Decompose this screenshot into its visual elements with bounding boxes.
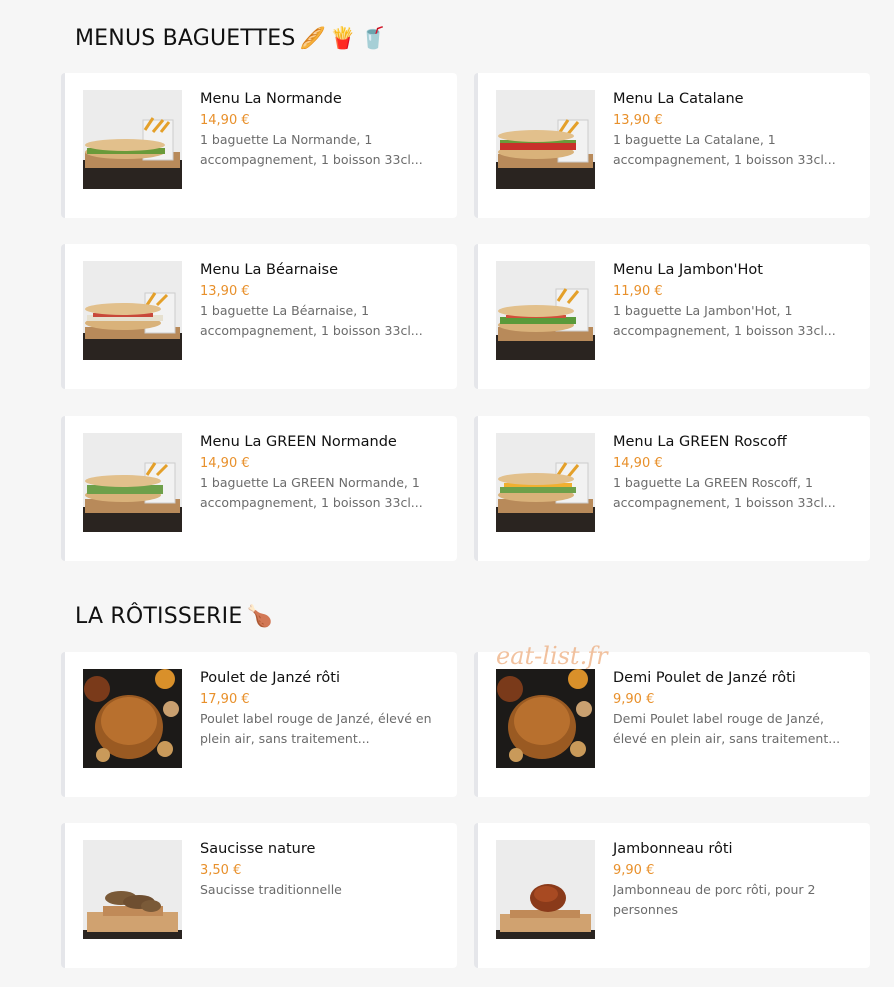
section-title-menus-baguettes: MENUS BAGUETTES 🥖 🍟 🥤 xyxy=(75,26,387,51)
item-price: 9,90 € xyxy=(613,692,655,707)
item-name: Jambonneau rôti xyxy=(613,841,733,857)
product-image xyxy=(496,669,595,768)
item-price: 3,50 € xyxy=(200,863,242,878)
baguette-icon: 🥖 xyxy=(299,26,326,50)
item-description: Demi Poulet label rouge de Janzé, élevé … xyxy=(613,711,841,746)
product-image xyxy=(83,261,182,360)
menu-item-card[interactable]: Poulet de Janzé rôti 17,90 € Poulet labe… xyxy=(61,652,457,797)
section-title-la-rotisserie: LA RÔTISSERIE 🍗 xyxy=(75,604,273,629)
menu-item-card[interactable]: Menu La Catalane 13,90 € 1 baguette La C… xyxy=(474,73,870,218)
item-name: Menu La Normande xyxy=(200,91,342,107)
item-name: Menu La Jambon'Hot xyxy=(613,262,763,278)
section-title-text: LA RÔTISSERIE xyxy=(75,604,243,629)
item-description: Poulet label rouge de Janzé, élevé en pl… xyxy=(200,711,432,746)
product-image xyxy=(496,433,595,532)
menu-item-card[interactable]: Jambonneau rôti 9,90 € Jambonneau de por… xyxy=(474,823,870,968)
item-description: 1 baguette La Jambon'Hot, 1 accompagneme… xyxy=(613,303,836,338)
item-price: 17,90 € xyxy=(200,692,250,707)
menu-item-card[interactable]: Saucisse nature 3,50 € Saucisse traditio… xyxy=(61,823,457,968)
item-price: 13,90 € xyxy=(613,113,663,128)
menu-item-card[interactable]: Menu La GREEN Normande 14,90 € 1 baguett… xyxy=(61,416,457,561)
item-description: Jambonneau de porc rôti, pour 2 personne… xyxy=(613,882,816,917)
item-description: Saucisse traditionnelle xyxy=(200,882,342,897)
item-description: 1 baguette La Béarnaise, 1 accompagnemen… xyxy=(200,303,423,338)
menu-item-card[interactable]: Menu La Jambon'Hot 11,90 € 1 baguette La… xyxy=(474,244,870,389)
drumstick-icon: 🍗 xyxy=(246,604,273,628)
product-image xyxy=(83,669,182,768)
section-title-text: MENUS BAGUETTES xyxy=(75,26,296,51)
item-name: Menu La GREEN Roscoff xyxy=(613,434,787,450)
item-name: Demi Poulet de Janzé rôti xyxy=(613,670,796,686)
item-name: Menu La Béarnaise xyxy=(200,262,339,278)
item-price: 14,90 € xyxy=(200,456,250,471)
item-description: 1 baguette La Catalane, 1 accompagnement… xyxy=(613,132,836,167)
drink-icon: 🥤 xyxy=(360,26,387,50)
item-name: Saucisse nature xyxy=(200,841,316,857)
menu-item-card[interactable]: Menu La Béarnaise 13,90 € 1 baguette La … xyxy=(61,244,457,389)
product-image xyxy=(496,261,595,360)
fries-icon: 🍟 xyxy=(329,26,357,50)
item-price: 9,90 € xyxy=(613,863,655,878)
menu-item-card[interactable]: Demi Poulet de Janzé rôti 9,90 € Demi Po… xyxy=(474,652,870,797)
item-price: 14,90 € xyxy=(200,113,250,128)
item-price: 14,90 € xyxy=(613,456,663,471)
item-description: 1 baguette La GREEN Roscoff, 1 accompagn… xyxy=(613,475,836,510)
item-description: 1 baguette La GREEN Normande, 1 accompag… xyxy=(200,475,423,510)
menu-item-card[interactable]: Menu La GREEN Roscoff 14,90 € 1 baguette… xyxy=(474,416,870,561)
product-image xyxy=(83,90,182,189)
item-name: Poulet de Janzé rôti xyxy=(200,670,340,686)
item-description: 1 baguette La Normande, 1 accompagnement… xyxy=(200,132,423,167)
product-image xyxy=(83,433,182,532)
product-image xyxy=(83,840,182,939)
menu-item-card[interactable]: Menu La Normande 14,90 € 1 baguette La N… xyxy=(61,73,457,218)
product-image xyxy=(496,90,595,189)
product-image xyxy=(496,840,595,939)
item-name: Menu La GREEN Normande xyxy=(200,434,397,450)
item-price: 11,90 € xyxy=(613,284,663,299)
item-price: 13,90 € xyxy=(200,284,250,299)
item-name: Menu La Catalane xyxy=(613,91,744,107)
